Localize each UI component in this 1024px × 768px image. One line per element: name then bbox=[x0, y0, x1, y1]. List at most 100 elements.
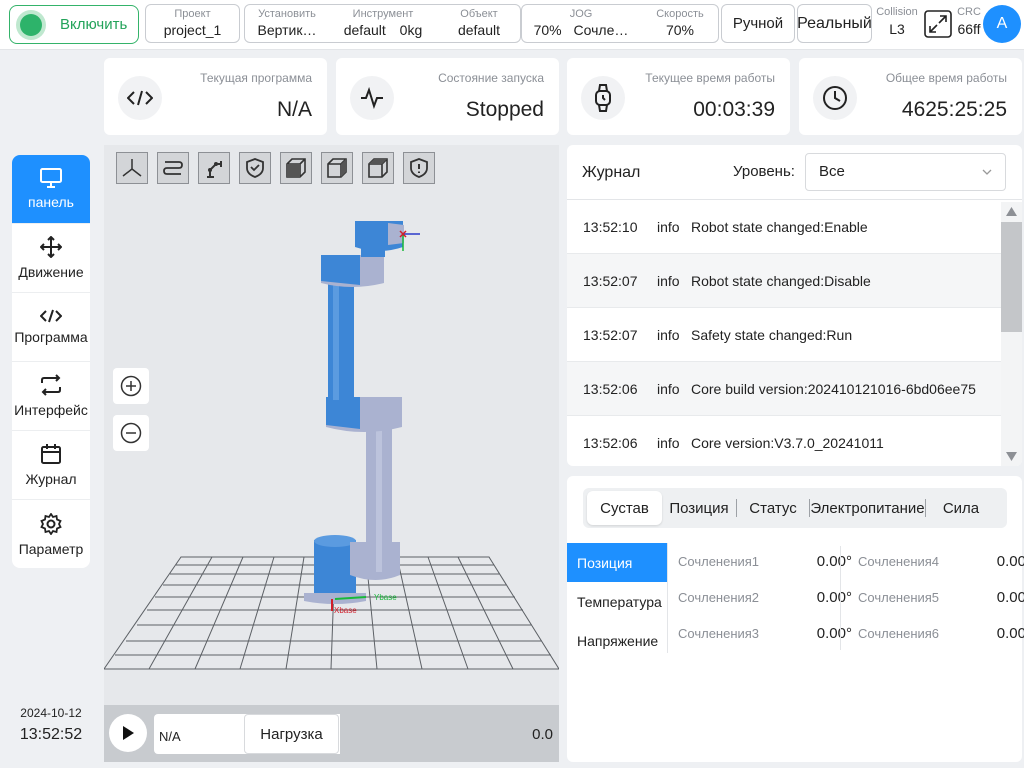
run-state-caption: Состояние запуска bbox=[438, 71, 544, 85]
current-program-card: Текущая программа N/A bbox=[104, 58, 327, 135]
play-button[interactable] bbox=[109, 714, 147, 752]
joint-value: 0.00° bbox=[996, 588, 1024, 606]
code-icon bbox=[40, 309, 62, 323]
collision-level[interactable]: Collision L3 bbox=[872, 6, 922, 37]
play-icon bbox=[123, 726, 134, 740]
joint-name: Сочленения5 bbox=[858, 589, 940, 605]
real-mode-button[interactable]: Реальный bbox=[797, 4, 872, 43]
log-title: Журнал bbox=[582, 164, 641, 181]
log-scroll-thumb[interactable] bbox=[1001, 222, 1022, 332]
robot-3d-viewport[interactable]: Xbase Ybase bbox=[104, 145, 559, 705]
joint-value-row: Сочленения4 0.00° bbox=[858, 543, 1024, 579]
code-icon bbox=[127, 90, 153, 106]
log-level: info bbox=[657, 380, 680, 397]
log-level: info bbox=[657, 272, 680, 289]
sidebar-item-label: Движение bbox=[18, 264, 84, 280]
base-y-axis-label: Ybase bbox=[374, 593, 397, 602]
joint-value-row: Сочленения2 0.00° bbox=[678, 579, 852, 615]
collision-value: L3 bbox=[889, 21, 905, 37]
crc-caption: CRC bbox=[957, 6, 981, 18]
log-time: 13:52:06 bbox=[583, 380, 638, 397]
joint-value: 0.00° bbox=[816, 588, 852, 606]
user-avatar[interactable]: A bbox=[983, 5, 1021, 43]
gear-icon bbox=[40, 512, 62, 535]
manual-mode-button[interactable]: Ручной bbox=[721, 4, 795, 43]
load-button[interactable]: Нагрузка bbox=[244, 714, 339, 754]
tab-force[interactable]: Сила bbox=[926, 491, 996, 525]
log-message: Robot state changed:Enable bbox=[691, 218, 868, 235]
log-message: Safety state changed:Run bbox=[691, 326, 853, 343]
sidebar-item-label: Журнал bbox=[25, 471, 77, 487]
collision-caption: Collision bbox=[876, 6, 918, 18]
joint-name: Сочленения4 bbox=[858, 553, 940, 569]
tab-status[interactable]: Статус bbox=[737, 491, 809, 525]
joint-name: Сочленения3 bbox=[678, 625, 760, 641]
sidebar-item-program[interactable]: Программа bbox=[12, 293, 90, 362]
scroll-up-icon[interactable] bbox=[1006, 207, 1017, 216]
crc-value: 66ff bbox=[957, 21, 981, 37]
current-runtime-card: Текущее время работы 00:03:39 bbox=[567, 58, 790, 135]
tab-position[interactable]: Позиция bbox=[662, 491, 736, 525]
sidebar-item-log[interactable]: Журнал bbox=[12, 431, 90, 500]
install-tool-object-selector[interactable]: Установить Вертик… Инструмент default 0k… bbox=[244, 4, 521, 43]
jog-speed-selector[interactable]: JOG 70% Сочле… Скорость 70% bbox=[521, 4, 719, 43]
system-date: 2024-10-12 bbox=[20, 706, 82, 720]
top-bar: Включить Проект project_1 Установить Вер… bbox=[0, 0, 1024, 50]
log-time: 13:52:06 bbox=[583, 434, 638, 451]
move-icon bbox=[40, 236, 62, 258]
tab-power[interactable]: Электропитание bbox=[810, 491, 925, 525]
log-row: 13:52:07 info Robot state changed:Disabl… bbox=[567, 254, 1002, 308]
crc-readout: CRC 66ff bbox=[954, 6, 984, 37]
log-level: info bbox=[657, 326, 680, 343]
sidebar-item-parameter[interactable]: Параметр bbox=[12, 500, 90, 568]
log-message: Core version:V3.7.0_20241011 bbox=[691, 434, 884, 451]
joint-value-row: Сочленения6 0.00° bbox=[858, 615, 1024, 651]
total-runtime-caption: Общее время работы bbox=[885, 71, 1007, 85]
enable-button-label: Включить bbox=[60, 16, 128, 33]
side-tab-voltage[interactable]: Напряжение bbox=[567, 621, 667, 660]
log-time: 13:52:07 bbox=[583, 326, 638, 343]
log-row: 13:52:10 info Robot state changed:Enable bbox=[567, 200, 1002, 254]
sidebar-item-interface[interactable]: Интерфейс bbox=[12, 362, 90, 431]
log-level-select[interactable]: Все bbox=[805, 153, 1006, 191]
calendar-icon bbox=[41, 444, 61, 464]
project-selector[interactable]: Проект project_1 bbox=[145, 4, 240, 43]
expand-icon[interactable] bbox=[924, 10, 952, 38]
system-clock: 2024-10-12 13:52:52 bbox=[12, 706, 90, 744]
joint-name: Сочленения2 bbox=[678, 589, 760, 605]
run-state-card: Состояние запуска Stopped bbox=[336, 58, 559, 135]
install-value: Вертик… bbox=[257, 22, 317, 38]
sidebar-item-dashboard[interactable]: панель bbox=[12, 155, 90, 224]
joint-name: Сочленения1 bbox=[678, 553, 760, 569]
tab-joint[interactable]: Сустав bbox=[587, 491, 662, 525]
system-time: 13:52:52 bbox=[19, 726, 83, 743]
log-panel: Журнал Уровень: Все 13:52:10 info Robot … bbox=[567, 145, 1022, 466]
joint-values-grid: Сочленения1 0.00° Сочленения2 0.00° Сочл… bbox=[667, 543, 1024, 653]
log-message: Robot state changed:Disable bbox=[691, 272, 871, 289]
object-value: default bbox=[457, 22, 501, 38]
log-scrollbar[interactable] bbox=[1001, 202, 1022, 466]
side-tab-position[interactable]: Позиция bbox=[567, 543, 667, 582]
pulse-icon bbox=[361, 87, 383, 109]
scroll-down-icon[interactable] bbox=[1006, 452, 1017, 461]
sidebar-item-label: Параметр bbox=[18, 540, 84, 557]
robot-scene: Xbase Ybase bbox=[104, 221, 559, 670]
joint-side-tabs: Позиция Температура Напряжение bbox=[567, 543, 667, 660]
tool-frame-marker bbox=[399, 230, 420, 251]
log-level-value: Все bbox=[819, 163, 845, 180]
base-x-axis-label: Xbase bbox=[334, 606, 357, 615]
joint-value-row: Сочленения3 0.00° bbox=[678, 615, 852, 651]
sidebar-item-motion[interactable]: Движение bbox=[12, 224, 90, 293]
swap-icon bbox=[41, 374, 61, 396]
joint-value-row: Сочленения1 0.00° bbox=[678, 543, 852, 579]
enable-button[interactable]: Включить bbox=[9, 5, 139, 44]
power-indicator-icon bbox=[20, 13, 42, 36]
project-value: project_1 bbox=[163, 22, 222, 38]
install-caption: Установить bbox=[258, 8, 316, 20]
joint-value: 0.00° bbox=[816, 552, 852, 570]
sidebar-item-label: панель bbox=[28, 194, 74, 210]
joint-value: 0.00° bbox=[996, 552, 1024, 570]
side-tab-temperature[interactable]: Температура bbox=[567, 582, 667, 621]
watch-icon bbox=[595, 84, 611, 112]
jog-value: 70% bbox=[533, 22, 562, 38]
